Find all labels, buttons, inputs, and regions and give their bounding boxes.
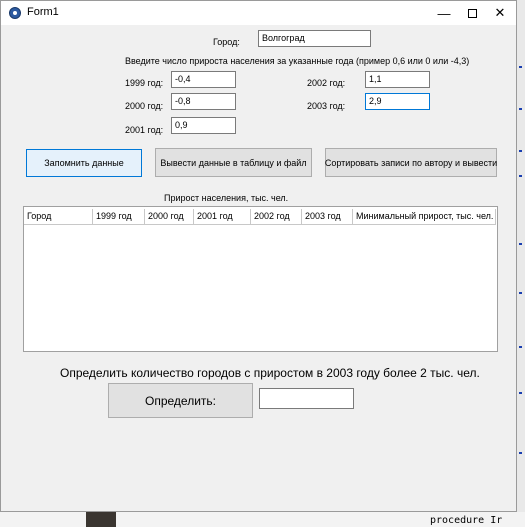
background-desktop-right	[517, 0, 525, 527]
year-2003-label: 2003 год:	[307, 101, 346, 111]
city-input[interactable]: Волгоград	[258, 30, 371, 47]
column-header-2000[interactable]: 2000 год	[145, 209, 194, 224]
year-2002-input[interactable]: 1,1	[365, 71, 430, 88]
column-header-min-growth[interactable]: Минимальный прирост, тыс. чел.	[353, 209, 496, 224]
background-image-fragment	[86, 512, 116, 527]
close-icon[interactable]: ✕	[477, 1, 523, 25]
year-2002-label: 2002 год:	[307, 78, 346, 88]
year-2003-input[interactable]: 2,9	[365, 93, 430, 110]
year-2001-label: 2001 год:	[125, 125, 164, 135]
year-1999-label: 1999 год:	[125, 78, 164, 88]
column-header-1999[interactable]: 1999 год	[93, 209, 145, 224]
query-text: Определить количество городов с приросто…	[60, 366, 480, 380]
table-header: Город 1999 год 2000 год 2001 год 2002 го…	[24, 209, 496, 225]
city-label: Город:	[213, 37, 240, 47]
instruction-text: Введите число прироста населения за указ…	[125, 56, 470, 66]
year-1999-input[interactable]: -0,4	[171, 71, 236, 88]
data-table[interactable]: Город 1999 год 2000 год 2001 год 2002 го…	[23, 206, 498, 352]
title-bar[interactable]: Form1 — ✕	[1, 1, 516, 25]
column-header-city[interactable]: Город	[24, 209, 93, 224]
year-2000-input[interactable]: -0,8	[171, 93, 236, 110]
year-2001-input[interactable]: 0,9	[171, 117, 236, 134]
app-icon	[9, 7, 21, 19]
result-field[interactable]	[259, 388, 354, 409]
output-table-file-button[interactable]: Вывести данные в таблицу и файл	[155, 148, 312, 177]
background-code-text: procedure Ir	[430, 515, 503, 526]
column-header-2002[interactable]: 2002 год	[251, 209, 302, 224]
column-header-2001[interactable]: 2001 год	[194, 209, 251, 224]
window-title: Form1	[27, 6, 59, 18]
table-caption: Прирост населения, тыс. чел.	[164, 193, 289, 203]
sort-and-output-button[interactable]: Сортировать записи по автору и вывести	[325, 148, 497, 177]
save-data-button[interactable]: Запомнить данные	[26, 149, 142, 177]
form-window: Form1 — ✕ Город: Волгоград Введите число…	[0, 0, 517, 512]
column-header-2003[interactable]: 2003 год	[302, 209, 353, 224]
determine-button[interactable]: Определить:	[108, 383, 253, 418]
year-2000-label: 2000 год:	[125, 101, 164, 111]
